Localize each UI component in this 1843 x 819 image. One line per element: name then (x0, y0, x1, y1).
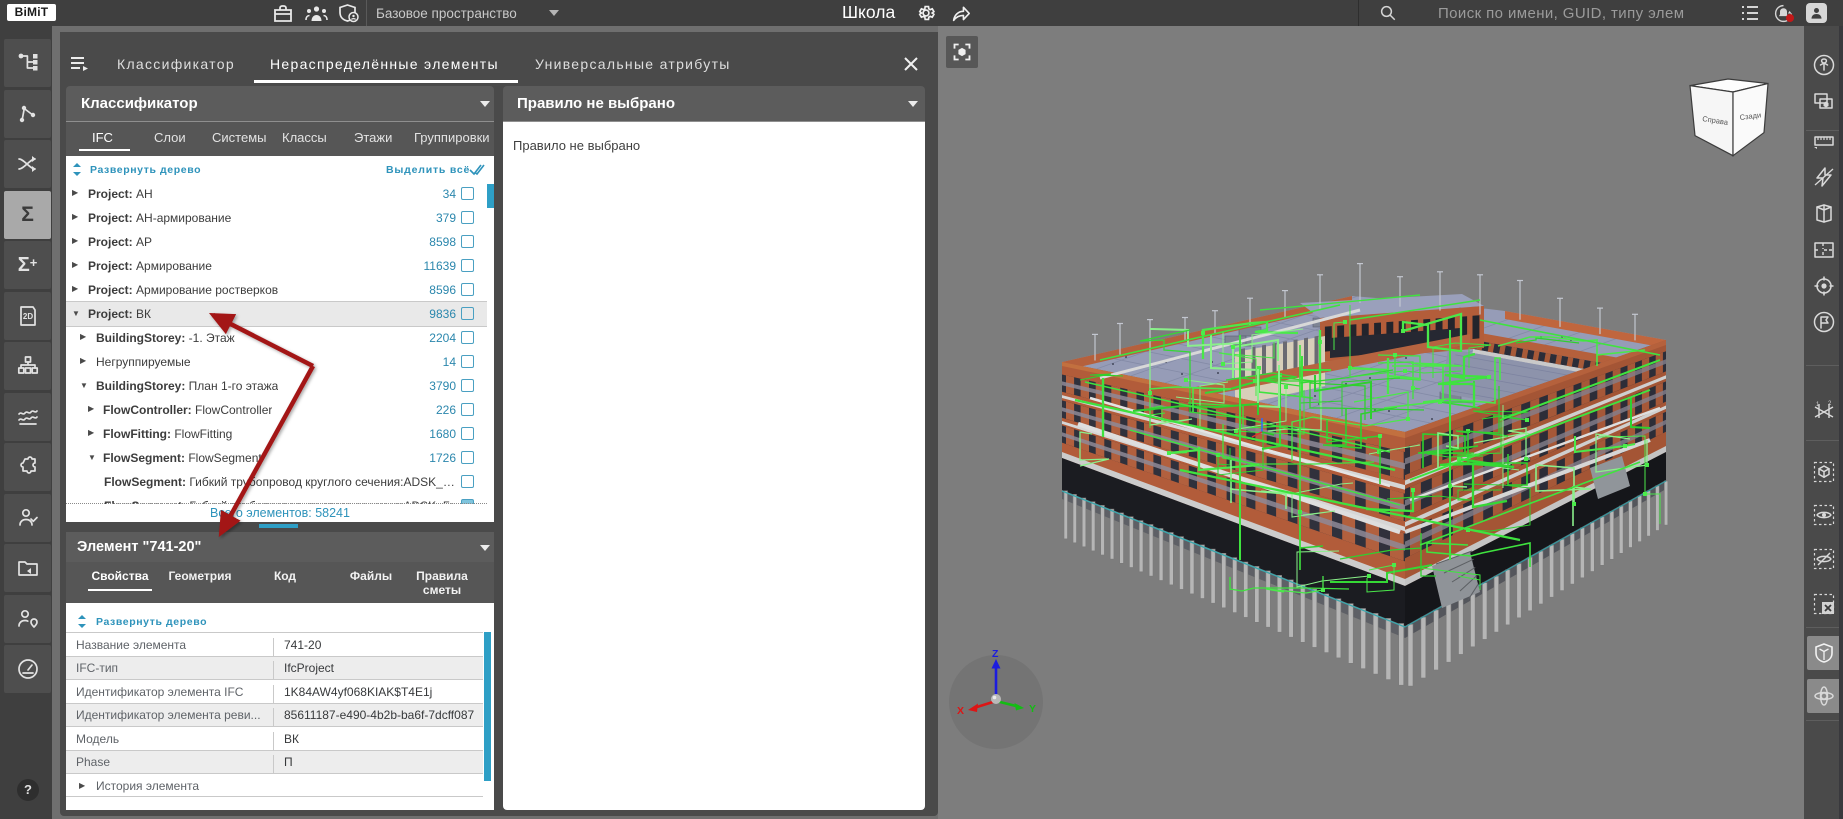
svg-text:2: 2 (1828, 401, 1832, 407)
svg-text:Z: Z (992, 648, 999, 660)
svg-text:X: X (957, 705, 964, 717)
svg-text:Y: Y (1029, 703, 1036, 715)
